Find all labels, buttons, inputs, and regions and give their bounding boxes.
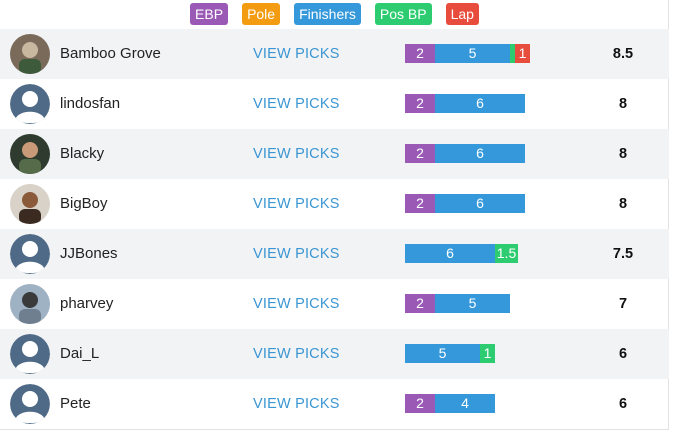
player-name: Pete — [60, 395, 91, 412]
avatar — [10, 34, 50, 74]
leaderboard-row: Bamboo Grove VIEW PICKS 2 5 1 8.5 — [0, 29, 669, 79]
bar-segment-ebp: 2 — [405, 294, 435, 313]
bar-segment-pos-bp: 1 — [480, 344, 495, 363]
player-name: Bamboo Grove — [60, 45, 161, 62]
leaderboard-row: Blacky VIEW PICKS 2 6 8 — [0, 129, 669, 179]
points-bar: 6 1.5 — [405, 244, 518, 263]
avatar — [10, 184, 50, 224]
points-bar: 25 — [405, 294, 510, 313]
points-bar: 26 — [405, 194, 525, 213]
player-name: Dai_L — [60, 345, 100, 362]
view-picks-link[interactable]: VIEW PICKS — [253, 29, 340, 79]
view-picks-link[interactable]: VIEW PICKS — [253, 329, 340, 379]
view-picks-link[interactable]: VIEW PICKS — [253, 179, 340, 229]
bar-segment-pos-bp: 1.5 — [495, 244, 518, 263]
total-score: 8.5 — [612, 46, 634, 62]
view-picks-link[interactable]: VIEW PICKS — [253, 229, 340, 279]
leaderboard-row: JJBones VIEW PICKS 6 1.5 7.5 — [0, 229, 669, 279]
total-score: 6 — [618, 346, 628, 362]
legend-pole: Pole — [242, 3, 281, 25]
avatar — [10, 134, 50, 174]
legend-ebp: EBP — [190, 3, 229, 25]
bar-segment-ebp: 2 — [405, 394, 435, 413]
leaderboard-row: BigBoy VIEW PICKS 2 6 8 — [0, 179, 669, 229]
player-name: Blacky — [60, 145, 105, 162]
player-name: JJBones — [60, 245, 118, 262]
player-name: BigBoy — [60, 195, 108, 212]
total-score: 7 — [618, 296, 628, 312]
legend-pos-bp: Pos BP — [374, 3, 432, 25]
bar-segment-finishers: 6 — [435, 144, 525, 163]
view-picks-link[interactable]: VIEW PICKS — [253, 79, 340, 129]
bar-segment-finishers: 6 — [405, 244, 495, 263]
bar-segment-ebp: 2 — [405, 44, 435, 63]
avatar — [10, 334, 50, 374]
avatar — [10, 84, 50, 124]
avatar — [10, 384, 50, 424]
total-score: 8 — [618, 196, 628, 212]
avatar — [10, 234, 50, 274]
bar-segment-ebp: 2 — [405, 94, 435, 113]
points-legend: EBP Pole Finishers Pos BP Lap — [0, 3, 669, 25]
bar-segment-ebp: 2 — [405, 144, 435, 163]
player-name: lindosfan — [60, 95, 121, 112]
bar-segment-finishers: 4 — [435, 394, 495, 413]
leaderboard-row: lindosfan VIEW PICKS 2 6 8 — [0, 79, 669, 129]
view-picks-link[interactable]: VIEW PICKS — [253, 279, 340, 329]
bar-segment-lap: 1 — [515, 44, 530, 63]
bar-segment-finishers: 5 — [405, 344, 480, 363]
points-bar: 26 — [405, 94, 525, 113]
bar-segment-finishers: 5 — [435, 44, 510, 63]
points-bar: 26 — [405, 144, 525, 163]
total-score: 6 — [618, 396, 628, 412]
total-score: 8 — [618, 146, 628, 162]
avatar — [10, 284, 50, 324]
leaderboard-row: Pete VIEW PICKS 2 4 6 — [0, 379, 669, 429]
total-score: 7.5 — [612, 246, 634, 262]
view-picks-link[interactable]: VIEW PICKS — [253, 379, 340, 429]
legend-finishers: Finishers — [294, 3, 361, 25]
total-score: 8 — [618, 96, 628, 112]
bar-segment-finishers: 5 — [435, 294, 510, 313]
view-picks-link[interactable]: VIEW PICKS — [253, 129, 340, 179]
player-name: pharvey — [60, 295, 114, 312]
leaderboard-panel: EBP Pole Finishers Pos BP Lap Bamboo Grove VI… — [0, 0, 669, 430]
bar-segment-finishers: 6 — [435, 94, 525, 113]
bar-segment-finishers: 6 — [435, 194, 525, 213]
leaderboard-row: pharvey VIEW PICKS 2 5 7 — [0, 279, 669, 329]
points-bar: 24 — [405, 394, 495, 413]
leaderboard-row: Dai_L VIEW PICKS 5 1 6 — [0, 329, 669, 379]
points-bar: 251 — [405, 44, 530, 63]
bar-segment-ebp: 2 — [405, 194, 435, 213]
points-bar: 51 — [405, 344, 495, 363]
legend-lap: Lap — [445, 3, 479, 25]
